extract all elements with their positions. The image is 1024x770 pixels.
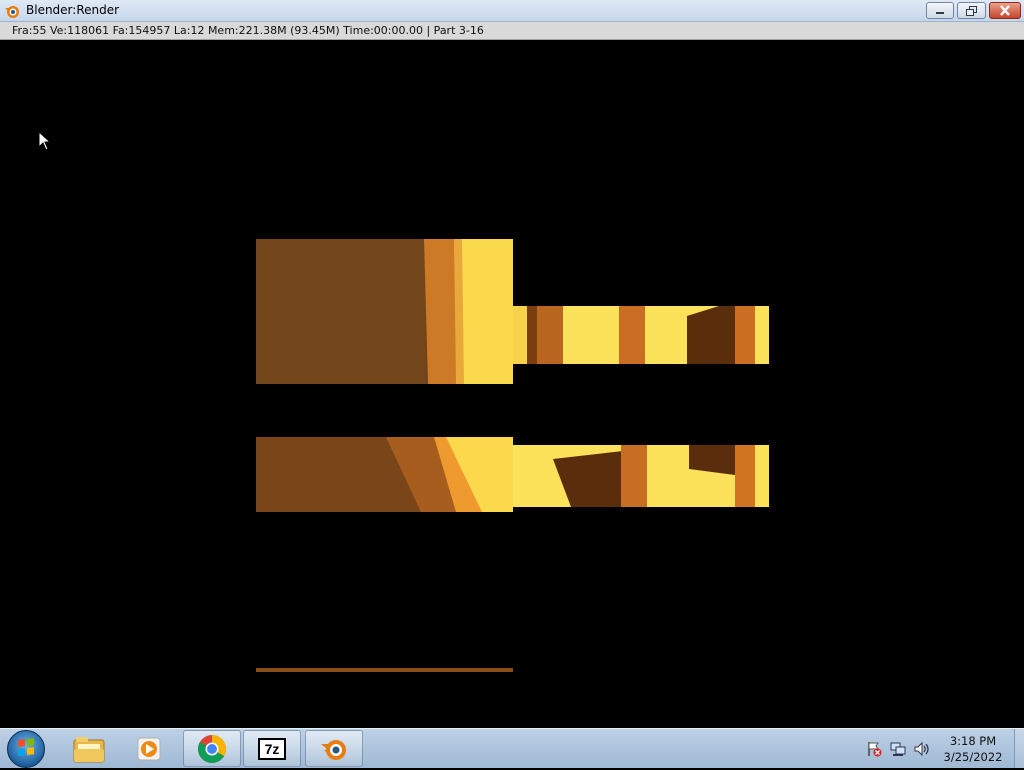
render-tile xyxy=(256,437,513,512)
taskbar-item-media-player[interactable] xyxy=(120,730,178,767)
minimize-button[interactable] xyxy=(926,2,954,19)
render-tile xyxy=(256,239,513,384)
media-player-icon xyxy=(137,737,161,760)
taskbar-item-chrome[interactable] xyxy=(183,730,241,767)
minimize-icon xyxy=(936,11,944,14)
render-tile xyxy=(513,306,769,364)
render-tile xyxy=(513,445,769,507)
taskbar-item-7zip[interactable]: 7z xyxy=(243,730,301,767)
file-explorer-icon xyxy=(73,736,105,762)
volume-icon[interactable] xyxy=(914,741,930,757)
7zip-icon: 7z xyxy=(258,737,286,760)
restore-icon xyxy=(965,5,977,16)
close-button[interactable] xyxy=(989,2,1021,19)
chrome-icon xyxy=(198,734,226,763)
show-desktop-button[interactable] xyxy=(1014,729,1024,768)
windows-orb-icon xyxy=(18,738,34,756)
taskbar-clock[interactable]: 3:18 PM 3/25/2022 xyxy=(936,733,1010,765)
render-info-bar: Fra:55 Ve:118061 Fa:154957 La:12 Mem:221… xyxy=(0,22,1024,40)
close-icon xyxy=(1000,5,1010,16)
render-canvas[interactable] xyxy=(0,40,1024,728)
blender-app-icon xyxy=(5,6,19,18)
clock-time: 3:18 PM xyxy=(949,734,997,748)
render-tile xyxy=(256,668,513,672)
start-button[interactable] xyxy=(7,730,45,768)
clock-date: 3/25/2022 xyxy=(943,750,1003,764)
window-title: Blender:Render xyxy=(26,3,120,17)
render-stats-text: Fra:55 Ve:118061 Fa:154957 La:12 Mem:221… xyxy=(12,24,484,37)
taskbar-item-file-explorer[interactable] xyxy=(60,730,118,767)
7zip-label: 7z xyxy=(264,740,280,757)
taskbar-item-blender[interactable] xyxy=(305,730,363,767)
taskbar: 7z 3:18 PM 3/25/2022 xyxy=(0,728,1024,768)
restore-button[interactable] xyxy=(957,2,986,19)
window-titlebar[interactable]: Blender:Render xyxy=(0,0,1024,22)
action-center-flag-icon[interactable] xyxy=(866,741,882,757)
network-icon[interactable] xyxy=(890,741,906,757)
mouse-cursor-icon xyxy=(38,131,52,151)
blender-icon xyxy=(321,739,346,760)
